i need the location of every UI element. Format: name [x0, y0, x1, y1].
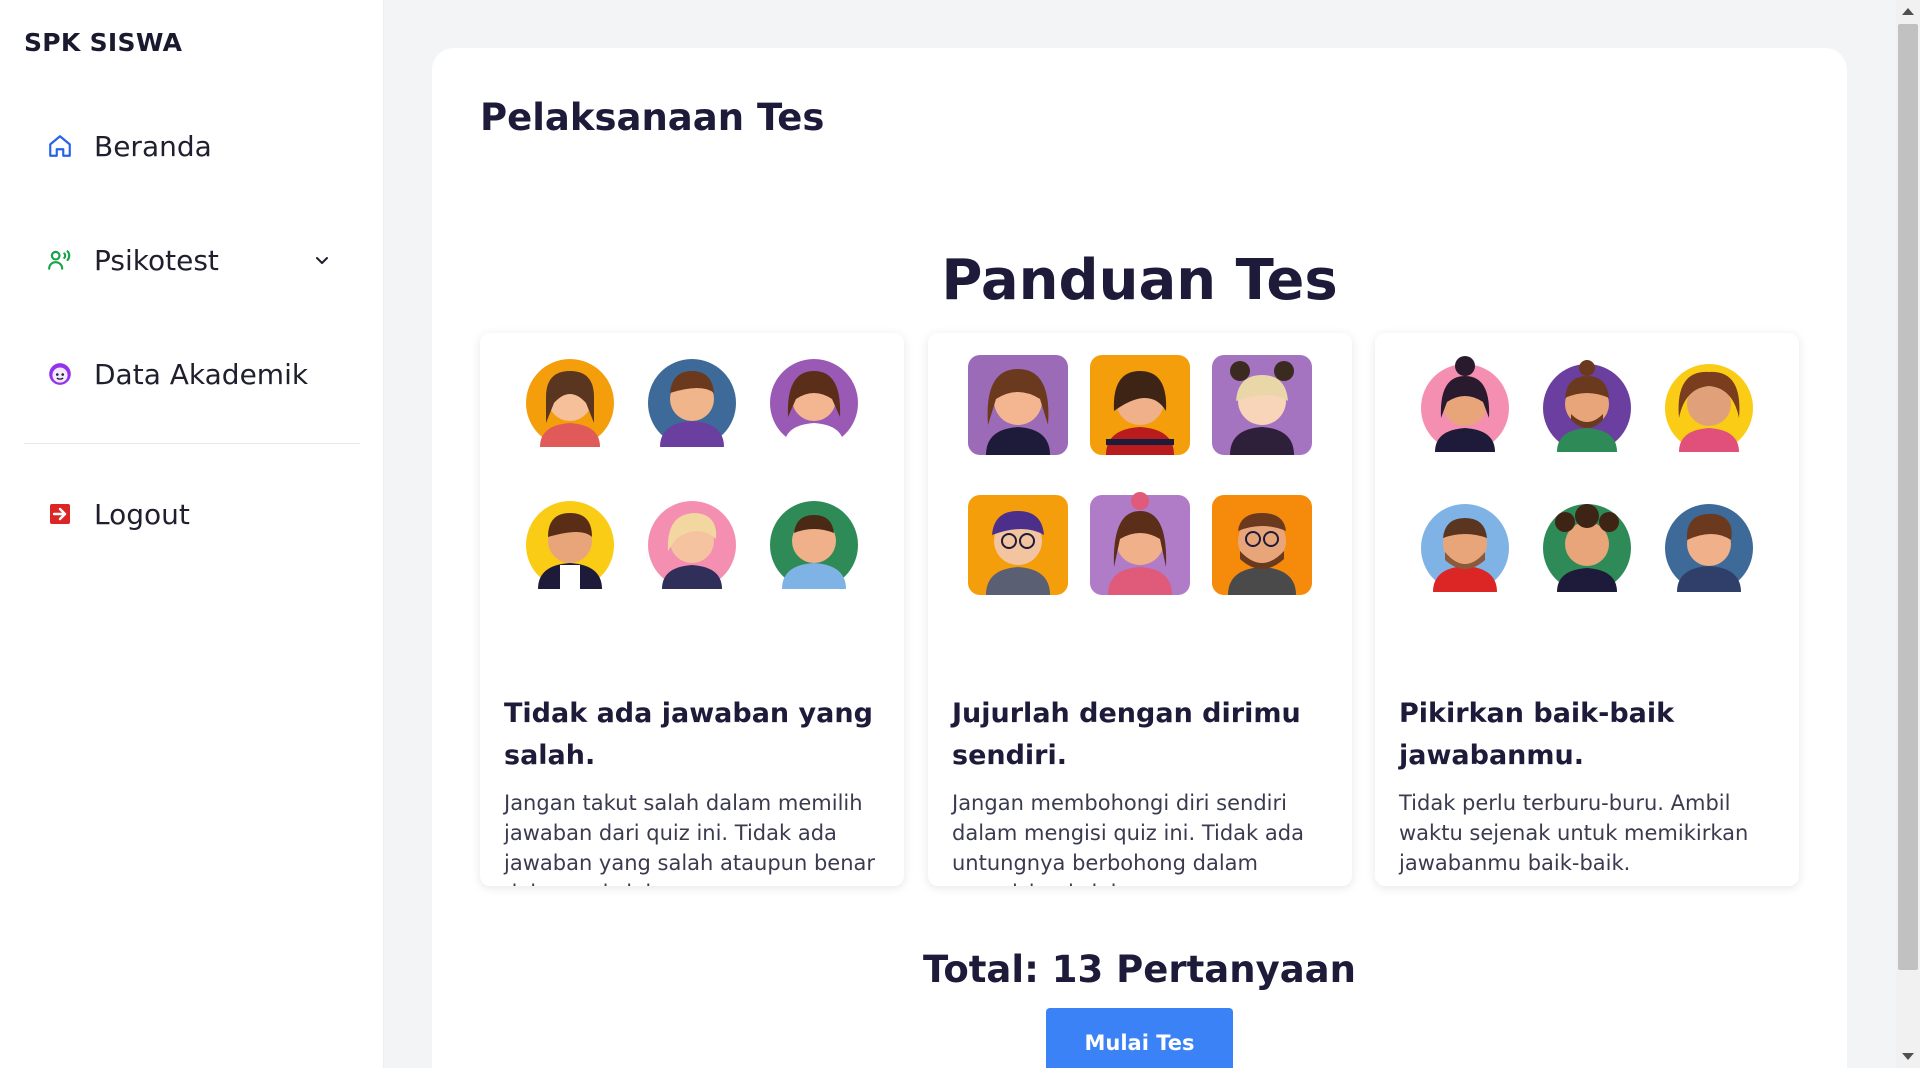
face-icon — [46, 360, 74, 388]
card-heading: Pikirkan baik-baik jawabanmu. — [1399, 698, 1675, 771]
guide-card: Tidak ada jawaban yang salah. Jangan tak… — [480, 333, 904, 886]
sidebar-item-label: Psikotest — [94, 243, 219, 277]
card-text: Jangan takut salah dalam memilih jawaban… — [504, 791, 876, 886]
brand-title: SPK SISWA — [24, 28, 183, 57]
guide-card: Pikirkan baik-baik jawabanmu. Tidak perl… — [1375, 333, 1799, 886]
users-voice-icon — [46, 246, 74, 274]
card-heading: Jujurlah dengan dirimu sendiri. — [952, 698, 1301, 771]
sidebar-item-beranda[interactable]: Beranda — [24, 116, 360, 176]
sidebar-item-label: Logout — [94, 497, 190, 531]
avatars-illustration — [526, 359, 858, 589]
scroll-down-arrow-icon[interactable] — [1902, 1053, 1914, 1060]
card-text: Jangan membohongi diri sendiri dalam men… — [952, 791, 1304, 886]
total-questions: Total: 13 Pertanyaan — [923, 948, 1356, 991]
sidebar-item-logout[interactable]: Logout — [24, 484, 360, 544]
vertical-scrollbar[interactable] — [1896, 0, 1920, 1068]
sidebar-divider — [24, 443, 360, 444]
sidebar: SPK SISWA Beranda Psikotest Data Akademi… — [0, 0, 384, 1068]
sidebar-item-label: Beranda — [94, 129, 212, 163]
logout-icon — [46, 500, 74, 528]
scroll-up-arrow-icon[interactable] — [1902, 8, 1914, 15]
sidebar-item-psikotest[interactable]: Psikotest — [24, 230, 360, 290]
card-text: Tidak perlu terburu-buru. Ambil waktu se… — [1399, 791, 1749, 875]
sidebar-item-data-akademik[interactable]: Data Akademik — [24, 344, 360, 404]
page-title: Pelaksanaan Tes — [480, 96, 825, 139]
guide-card: Jujurlah dengan dirimu sendiri. Jangan m… — [928, 333, 1352, 886]
main-content-card: Pelaksanaan Tes Panduan Tes Tidak ada ja… — [432, 48, 1847, 1068]
start-test-button[interactable]: Mulai Tes — [1046, 1008, 1233, 1068]
scroll-thumb[interactable] — [1898, 24, 1918, 970]
avatars-illustration — [1421, 356, 1753, 592]
sidebar-item-label: Data Akademik — [94, 357, 309, 391]
card-heading: Tidak ada jawaban yang salah. — [504, 698, 873, 771]
chevron-down-icon[interactable] — [310, 248, 334, 272]
section-title: Panduan Tes — [941, 248, 1338, 313]
avatars-illustration — [968, 355, 1312, 595]
home-icon — [46, 132, 74, 160]
